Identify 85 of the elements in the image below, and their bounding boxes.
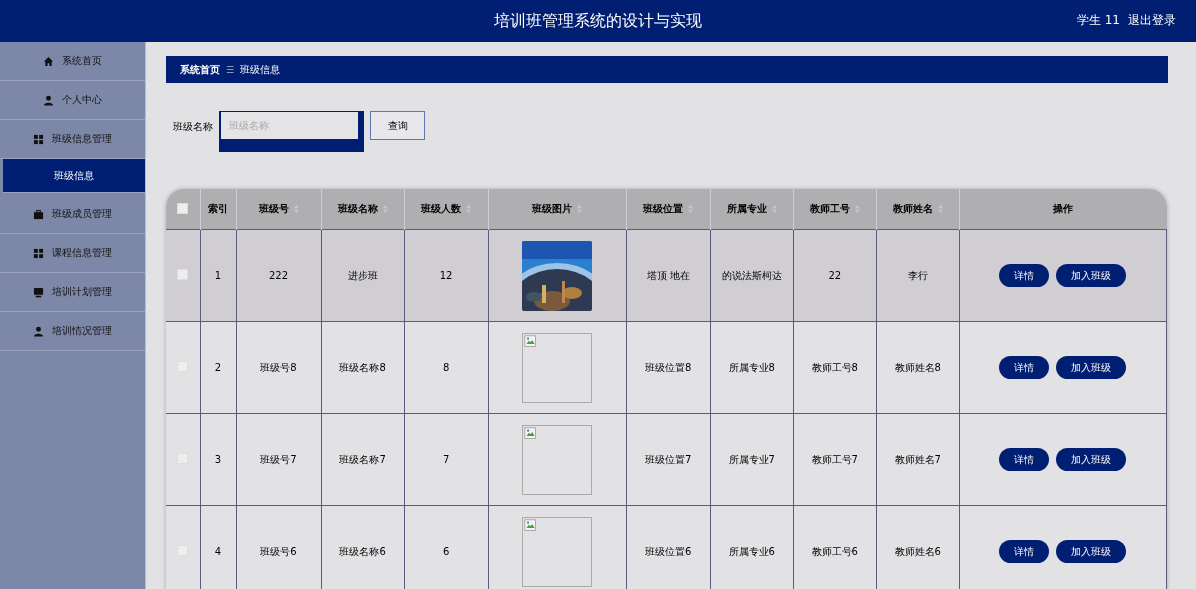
join-class-button[interactable]: 加入班级: [1056, 540, 1127, 563]
column-label: 班级号: [258, 202, 289, 216]
broken-image-icon: [524, 426, 538, 440]
table-cell: 班级号6: [260, 545, 297, 557]
sort-icon[interactable]: [771, 205, 777, 213]
table-cell: 塔顶 地在: [646, 269, 690, 281]
app-title: 培训班管理系统的设计与实现: [494, 10, 702, 32]
sort-icon[interactable]: [382, 205, 388, 213]
sidebar-subitem[interactable]: 班级信息: [3, 159, 145, 193]
table-cell: 1: [214, 270, 222, 281]
column-label: 教师工号: [809, 202, 850, 216]
table-cell: 4: [214, 546, 222, 557]
table-cell: 7: [442, 454, 450, 465]
table-cell: 教师姓名6: [894, 545, 941, 557]
briefcase-icon: [33, 208, 44, 220]
table-cell: 进步班: [347, 269, 378, 281]
table-cell: 8: [442, 362, 450, 373]
table-cell: 教师姓名7: [894, 453, 941, 465]
table-cell: 班级位置6: [645, 545, 692, 557]
table-cell: 教师工号8: [811, 361, 858, 373]
sort-icon[interactable]: [688, 205, 694, 213]
breadcrumb-link[interactable]: 系统首页: [180, 62, 220, 77]
table-cell: 12: [439, 270, 453, 281]
column-label: 索引: [208, 202, 228, 216]
sidebar-item[interactable]: 课程信息管理: [0, 234, 145, 273]
table-cell: 教师工号6: [811, 545, 858, 557]
select-all-checkbox[interactable]: [177, 202, 189, 214]
join-class-button[interactable]: 加入班级: [1056, 356, 1127, 379]
sidebar-item[interactable]: 个人中心: [0, 81, 145, 120]
table-cell: 2: [214, 362, 222, 373]
table-cell: 班级位置7: [645, 453, 692, 465]
sort-icon[interactable]: [577, 205, 583, 213]
broken-image-icon: [524, 334, 538, 348]
monitor-icon: [33, 286, 44, 298]
breadcrumb-separator: ☰: [226, 64, 235, 75]
column-label: 班级人数: [421, 202, 462, 216]
table-cell: 班级名称8: [339, 361, 386, 373]
sort-icon[interactable]: [937, 205, 943, 213]
table-cell: 所属专业8: [728, 361, 775, 373]
table-cell: 6: [442, 546, 450, 557]
join-class-button[interactable]: 加入班级: [1056, 264, 1127, 287]
table-cell: 班级号7: [260, 453, 297, 465]
grid-icon: [33, 247, 44, 259]
logout-link[interactable]: 退出登录: [1128, 12, 1176, 29]
table-cell: 222: [269, 270, 289, 281]
table-cell: 3: [214, 454, 222, 465]
column-label: 班级位置: [643, 202, 684, 216]
sort-icon[interactable]: [854, 205, 860, 213]
table-cell: 班级名称6: [339, 545, 386, 557]
sidebar-item[interactable]: 培训计划管理: [0, 273, 145, 312]
table-cell: 所属专业6: [728, 545, 775, 557]
column-label: 班级图片: [532, 202, 573, 216]
home-icon: [43, 55, 54, 67]
column-label: 所属专业: [726, 202, 767, 216]
sort-icon[interactable]: [466, 205, 472, 213]
table-cell: 班级号8: [260, 361, 297, 373]
details-button[interactable]: 详情: [999, 264, 1050, 287]
search-label: 班级名称: [173, 120, 213, 134]
user-name: 学生 11: [1076, 12, 1120, 29]
table-cell: 22: [828, 270, 842, 281]
user-icon: [43, 94, 54, 106]
broken-image-icon: [524, 518, 538, 532]
sort-icon[interactable]: [293, 205, 299, 213]
table-cell: 李行: [907, 269, 928, 281]
row-checkbox[interactable]: [177, 269, 189, 280]
column-label: 教师姓名: [892, 202, 933, 216]
table-cell: 的说法斯柯达: [721, 269, 782, 281]
column-label: 班级名称: [337, 202, 378, 216]
search-button[interactable]: 查询: [370, 111, 425, 140]
details-button[interactable]: 详情: [999, 356, 1050, 379]
table-cell: 所属专业7: [728, 453, 775, 465]
column-label: 操作: [1053, 202, 1074, 216]
details-button[interactable]: 详情: [999, 448, 1050, 471]
table-cell: 教师工号7: [811, 453, 858, 465]
sidebar-item[interactable]: 培训情况管理: [0, 312, 145, 351]
user-icon: [33, 325, 44, 337]
sidebar-item[interactable]: 系统首页: [0, 42, 145, 81]
grid-icon: [33, 133, 44, 145]
breadcrumb-link[interactable]: 班级信息: [240, 62, 281, 77]
join-class-button[interactable]: 加入班级: [1056, 448, 1127, 471]
table-cell: 班级位置8: [645, 361, 692, 373]
details-button[interactable]: 详情: [999, 540, 1050, 563]
sidebar-item[interactable]: 班级成员管理: [0, 195, 145, 234]
table-cell: 班级名称7: [339, 453, 386, 465]
table-cell: 教师姓名8: [894, 361, 941, 373]
